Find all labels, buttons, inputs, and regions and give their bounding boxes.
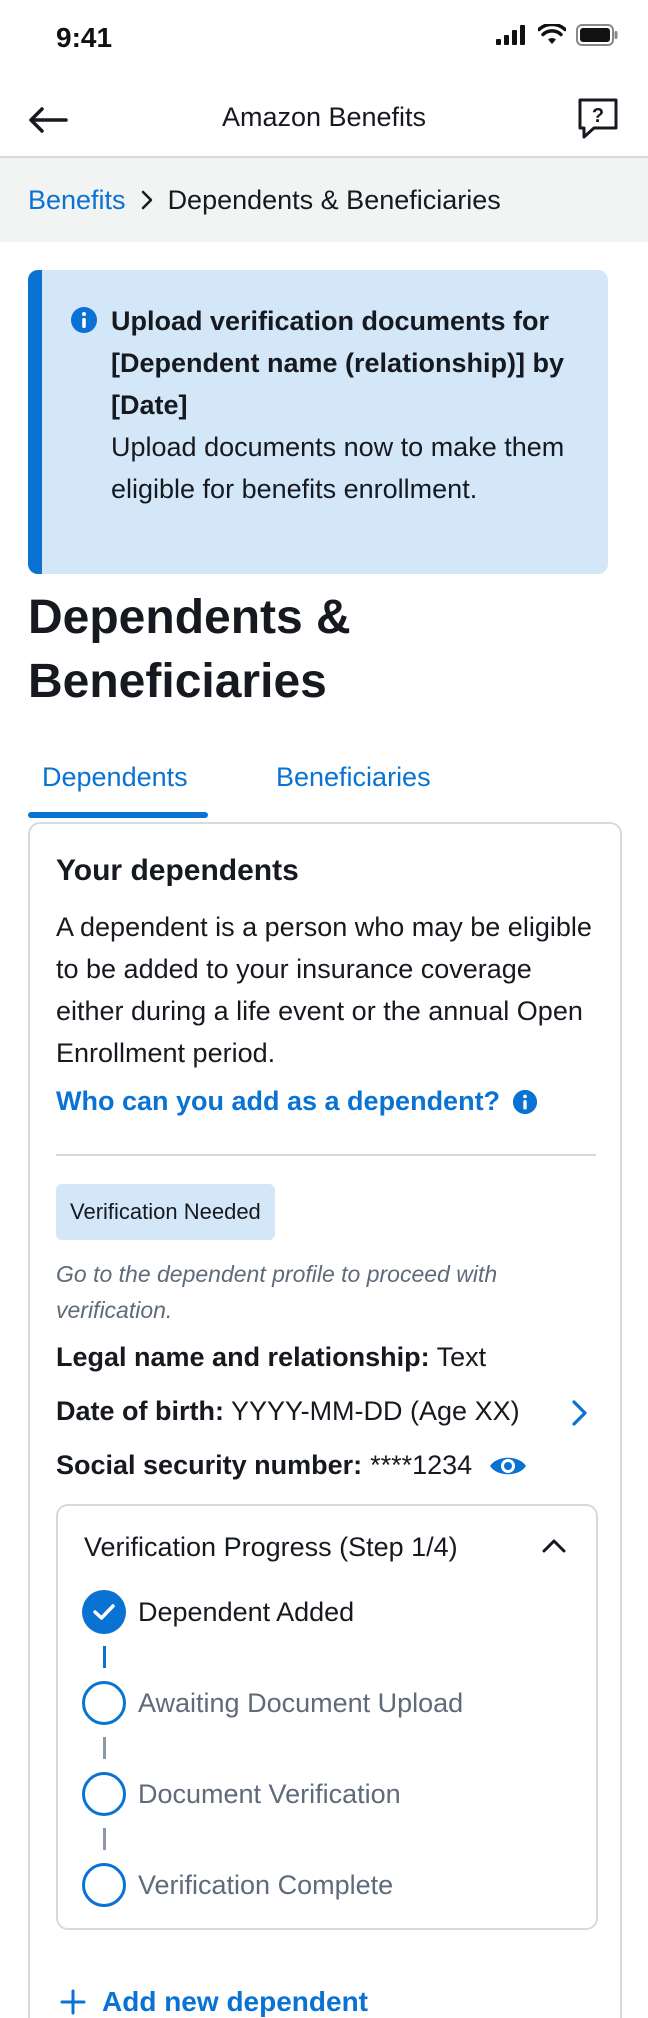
status-time: 9:41 — [56, 22, 113, 53]
breadcrumb: Benefits Dependents & Beneficiaries — [0, 158, 648, 242]
card-description: A dependent is a person who may be eligi… — [56, 912, 592, 1068]
add-new-dependent-label: Add new dependent — [102, 1986, 368, 2017]
alert-body: Upload documents now to make them eligib… — [111, 432, 565, 504]
who-can-you-add-link[interactable]: Who can you add as a dependent? — [56, 1086, 538, 1117]
feedback-icon: ? — [578, 98, 618, 139]
nav-title: Amazon Benefits — [221, 102, 427, 132]
step-connector — [103, 1646, 106, 1668]
progress-step: Verification Complete — [82, 1863, 393, 1907]
alert-heading: Upload verification documents for [Depen… — [111, 306, 565, 420]
wifi-icon — [538, 24, 566, 44]
alert-text: Upload verification documents for [Depen… — [111, 300, 591, 510]
signal-icon — [496, 25, 525, 45]
info-icon — [512, 1089, 538, 1114]
step-label: Verification Complete — [138, 1869, 394, 1900]
top-nav: Amazon Benefits ? — [0, 80, 648, 158]
ssn-field: Social security number: ****1234 — [56, 1450, 528, 1481]
battery-icon — [576, 24, 618, 46]
legal-name-value: Text — [436, 1342, 487, 1372]
breadcrumb-current: Dependents & Beneficiaries — [167, 184, 501, 215]
plus-icon — [60, 1989, 86, 2015]
add-new-dependent-button[interactable]: Add new dependent — [60, 1986, 368, 2018]
chevron-up-icon[interactable] — [538, 1530, 570, 1562]
step-pending-marker — [82, 1772, 126, 1816]
svg-text:?: ? — [592, 105, 604, 127]
info-icon — [71, 307, 97, 333]
who-can-you-add-label: Who can you add as a dependent? — [56, 1086, 501, 1116]
chevron-right-icon[interactable] — [564, 1398, 594, 1428]
date-of-birth-label: Date of birth: — [56, 1396, 224, 1426]
feedback-button[interactable]: ? — [574, 94, 622, 142]
step-label: Awaiting Document Upload — [138, 1687, 464, 1718]
tab-dependents[interactable]: Dependents — [42, 762, 188, 793]
progress-step: Document Verification — [82, 1772, 401, 1816]
ssn-value: ****1234 — [370, 1450, 473, 1480]
step-pending-marker — [82, 1863, 126, 1907]
step-complete-marker — [82, 1590, 126, 1634]
date-of-birth-field: Date of birth: YYYY-MM-DD (Age XX) — [56, 1396, 520, 1427]
tab-beneficiaries[interactable]: Beneficiaries — [276, 762, 431, 793]
eye-icon[interactable] — [488, 1452, 528, 1480]
step-connector — [103, 1828, 106, 1850]
status-bar: 9:41 — [0, 0, 648, 80]
legal-name-label: Legal name and relationship: — [56, 1342, 430, 1372]
breadcrumb-benefits-link[interactable]: Benefits — [28, 185, 126, 216]
alert-accent-bar — [28, 270, 42, 574]
active-tab-indicator — [28, 812, 208, 818]
step-connector — [103, 1737, 106, 1759]
progress-step: Dependent Added — [82, 1590, 354, 1634]
tabs: Dependents Beneficiaries — [28, 748, 620, 820]
verification-progress: Verification Progress (Step 1/4) Depende… — [56, 1504, 598, 1930]
status-badge: Verification Needed — [56, 1184, 275, 1240]
info-alert: Upload verification documents for [Depen… — [28, 270, 608, 574]
progress-step: Awaiting Document Upload — [82, 1681, 463, 1725]
date-of-birth-value: YYYY-MM-DD (Age XX) — [231, 1396, 520, 1426]
step-label: Dependent Added — [138, 1596, 355, 1627]
verification-note: Go to the dependent profile to proceed w… — [56, 1261, 498, 1323]
step-pending-marker — [82, 1681, 126, 1725]
check-icon — [93, 1604, 115, 1620]
divider — [56, 1154, 596, 1156]
status-icons — [496, 24, 618, 46]
page-title: Dependents & Beneficiaries — [28, 591, 351, 708]
step-label: Document Verification — [138, 1778, 401, 1809]
ssn-label: Social security number: — [56, 1450, 363, 1480]
dependents-card: Your dependents A dependent is a person … — [28, 822, 622, 2018]
progress-title: Verification Progress (Step 1/4) — [84, 1532, 458, 1562]
chevron-right-icon — [140, 190, 154, 210]
card-title: Your dependents — [56, 854, 299, 887]
legal-name-field: Legal name and relationship: Text — [56, 1342, 486, 1373]
